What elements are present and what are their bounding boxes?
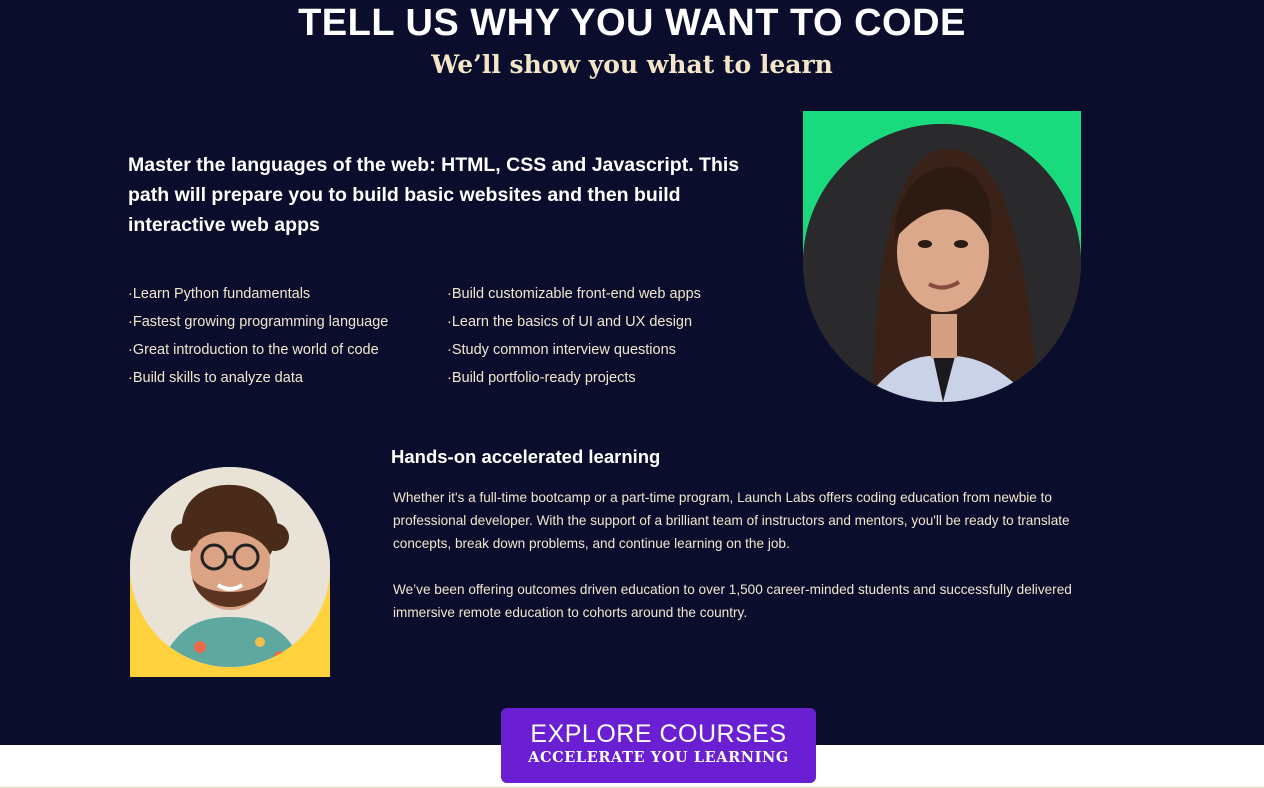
feature-item: Learn the basics of UI and UX design	[447, 308, 767, 336]
feature-list: Learn Python fundamentals Fastest growin…	[128, 280, 768, 392]
page-title: TELL US WHY YOU WANT TO CODE	[298, 2, 966, 44]
path-description: Master the languages of the web: HTML, C…	[128, 154, 740, 236]
instructor-portrait-man	[130, 467, 330, 677]
portrait-photo-woman	[803, 124, 1081, 402]
hands-on-paragraph-2: We’ve been offering outcomes driven educ…	[393, 582, 1072, 620]
woman-photo-illustration	[803, 124, 1081, 402]
feature-list-left: Learn Python fundamentals Fastest growin…	[128, 280, 447, 392]
hands-on-paragraph-1: Whether it's a full-time bootcamp or a p…	[393, 490, 1070, 551]
feature-list-right: Build customizable front-end web apps Le…	[447, 280, 767, 392]
instructor-portrait-woman	[803, 111, 1081, 402]
page-subtitle: We’ll show you what to learn	[431, 50, 833, 79]
hands-on-title: Hands-on accelerated learning	[391, 446, 661, 467]
feature-item: Great introduction to the world of code	[128, 336, 447, 364]
feature-item: Fastest growing programming language	[128, 308, 447, 336]
feature-item: Build portfolio-ready projects	[447, 364, 767, 392]
feature-item: Learn Python fundamentals	[128, 280, 447, 308]
feature-item: Build customizable front-end web apps	[447, 280, 767, 308]
man-photo-illustration	[130, 467, 330, 667]
explore-courses-button[interactable]: EXPLORE COURSES ACCELERATE YOU LEARNING	[501, 708, 816, 783]
feature-item: Build skills to analyze data	[128, 364, 447, 392]
portrait-photo-man	[130, 467, 330, 667]
feature-item: Study common interview questions	[447, 336, 767, 364]
explore-courses-sublabel: ACCELERATE YOU LEARNING	[528, 749, 789, 766]
explore-courses-label: EXPLORE COURSES	[530, 720, 787, 748]
